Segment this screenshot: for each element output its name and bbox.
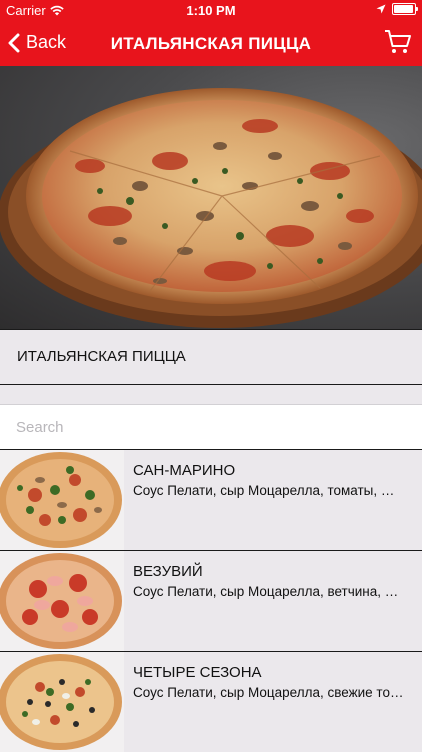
category-title: ИТАЛЬЯНСКАЯ ПИЦЦА xyxy=(17,348,186,365)
location-arrow-icon xyxy=(376,4,386,14)
item-description: Соус Пелати, сыр Моцарелла, свежие томат… xyxy=(133,685,405,700)
list-item[interactable]: САН-МАРИНО Соус Пелати, сыр Моцарелла, т… xyxy=(0,449,422,550)
product-list: САН-МАРИНО Соус Пелати, сыр Моцарелла, т… xyxy=(0,449,422,752)
app-header: Carrier 1:10 PM Back ИТАЛЬЯНСКАЯ ПИЦЦА xyxy=(0,0,422,66)
category-header: ИТАЛЬЯНСКАЯ ПИЦЦА xyxy=(0,329,422,385)
cart-icon[interactable] xyxy=(384,28,412,56)
status-right-group xyxy=(376,3,418,15)
item-name: ЧЕТЫРЕ СЕЗОНА xyxy=(133,664,262,681)
pizza-thumbnail xyxy=(0,551,124,651)
hero-pizza-image xyxy=(0,66,422,329)
item-description: Соус Пелати, сыр Моцарелла, томаты, шамп… xyxy=(133,483,405,498)
status-bar: Carrier 1:10 PM xyxy=(0,0,422,22)
list-item[interactable]: ВЕЗУВИЙ Соус Пелати, сыр Моцарелла, ветч… xyxy=(0,550,422,651)
pizza-thumbnail xyxy=(0,450,124,550)
nav-bar: Back ИТАЛЬЯНСКАЯ ПИЦЦА xyxy=(0,22,422,66)
pizza-thumbnail xyxy=(0,652,124,752)
item-name: ВЕЗУВИЙ xyxy=(133,563,203,580)
search-input[interactable] xyxy=(0,404,422,449)
item-name: САН-МАРИНО xyxy=(133,462,236,479)
battery-icon xyxy=(392,3,418,15)
item-description: Соус Пелати, сыр Моцарелла, ветчина, сал… xyxy=(133,584,405,599)
status-time: 1:10 PM xyxy=(186,3,236,18)
nav-title: ИТАЛЬЯНСКАЯ ПИЦЦА xyxy=(110,34,312,53)
list-item[interactable]: ЧЕТЫРЕ СЕЗОНА Соус Пелати, сыр Моцарелла… xyxy=(0,651,422,752)
